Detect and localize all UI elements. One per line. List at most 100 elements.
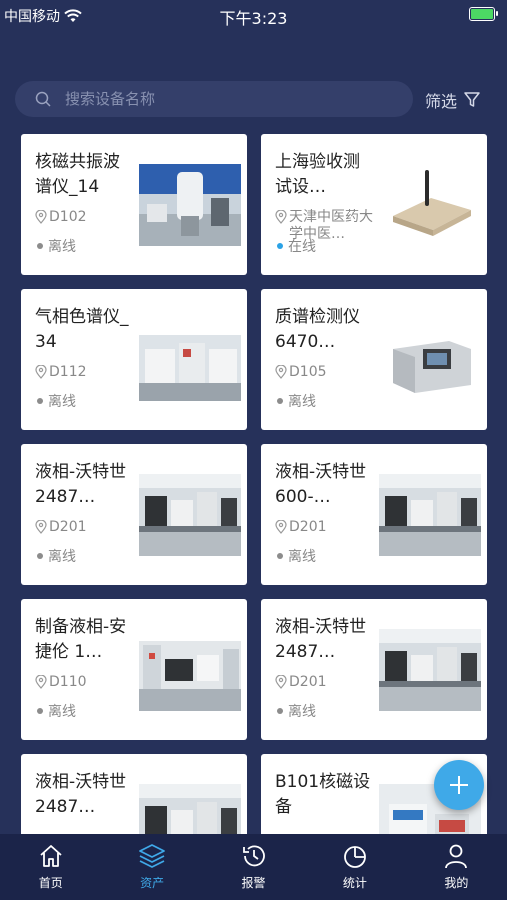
filter-label: 筛选 — [425, 92, 458, 111]
device-status: 离线 — [277, 546, 316, 566]
device-photo — [139, 784, 241, 834]
tab-assets-label: 资产 — [140, 876, 165, 890]
device-photo — [379, 474, 481, 556]
device-location: D105 — [275, 364, 375, 381]
search-icon — [35, 91, 51, 107]
device-status-text: 离线 — [48, 704, 76, 720]
device-location-text: D201 — [49, 519, 87, 535]
status-dot-icon — [277, 243, 283, 249]
search-input[interactable] — [65, 90, 385, 108]
device-name: 液相-沃特世 2487… — [35, 462, 127, 507]
status-dot-icon — [37, 708, 43, 714]
device-status-text: 离线 — [48, 394, 76, 410]
device-location-text: D201 — [289, 674, 327, 690]
device-card[interactable]: 质谱检测仪 6470… D105 离线 — [261, 289, 487, 430]
device-location: D110 — [35, 674, 135, 691]
tab-alarm-label: 报警 — [241, 876, 266, 890]
location-pin-icon — [35, 675, 47, 689]
device-location: D112 — [35, 364, 135, 381]
location-pin-icon — [275, 210, 287, 224]
status-bar: 中国移动 下午3:23 — [0, 0, 507, 30]
user-icon — [445, 844, 468, 869]
pie-chart-icon — [344, 846, 366, 868]
device-status-text: 在线 — [288, 239, 316, 255]
device-status-text: 离线 — [48, 549, 76, 565]
device-status-text: 离线 — [288, 394, 316, 410]
device-card[interactable]: 气相色谱仪_34 D112 离线 — [21, 289, 247, 430]
tab-profile[interactable]: 我的 — [406, 834, 507, 900]
device-location: D201 — [275, 674, 375, 691]
status-dot-icon — [37, 553, 43, 559]
status-dot-icon — [37, 243, 43, 249]
location-pin-icon — [35, 520, 47, 534]
location-pin-icon — [275, 520, 287, 534]
location-pin-icon — [35, 365, 47, 379]
device-grid: 核磁共振波谱仪_14 D102 离线 上海验收测试设… 天津中医药大学中医… 在线 气相色谱… — [21, 134, 487, 834]
device-status: 离线 — [37, 701, 76, 721]
add-device-button[interactable] — [434, 760, 484, 810]
device-status: 离线 — [37, 236, 76, 256]
status-dot-icon — [277, 553, 283, 559]
filter-button[interactable]: 筛选 — [425, 88, 481, 112]
layers-icon — [139, 844, 166, 868]
device-photo — [379, 319, 481, 401]
device-card[interactable]: 液相-沃特世 2487… D201 离线 — [261, 599, 487, 740]
device-name: 质谱检测仪 6470… — [275, 307, 360, 352]
device-status: 离线 — [277, 701, 316, 721]
device-location-text: D102 — [49, 209, 87, 225]
location-pin-icon — [275, 675, 287, 689]
device-card[interactable]: 液相-沃特世 2487… — [21, 754, 247, 834]
device-card[interactable]: 液相-沃特世 600-… D201 离线 — [261, 444, 487, 585]
tab-profile-label: 我的 — [444, 876, 469, 890]
device-name: 气相色谱仪_34 — [35, 307, 129, 352]
device-name: 液相-沃特世 2487… — [35, 772, 127, 817]
device-status-text: 离线 — [48, 239, 76, 255]
home-icon — [40, 845, 62, 867]
device-photo — [379, 164, 481, 246]
device-status: 在线 — [277, 236, 316, 256]
device-location-text: D110 — [49, 674, 87, 690]
status-dot-icon — [277, 708, 283, 714]
device-photo — [139, 164, 241, 246]
device-card[interactable]: 制备液相-安捷伦 1… D110 离线 — [21, 599, 247, 740]
funnel-icon — [464, 92, 480, 107]
device-name: 液相-沃特世 2487… — [275, 617, 367, 662]
device-name: 上海验收测试设… — [275, 152, 360, 197]
tab-stats-label: 统计 — [342, 876, 367, 890]
device-name: B101核磁设备 — [275, 772, 371, 817]
tab-home-label: 首页 — [38, 876, 63, 890]
tab-home[interactable]: 首页 — [0, 834, 101, 900]
device-status: 离线 — [37, 546, 76, 566]
device-card[interactable]: 核磁共振波谱仪_14 D102 离线 — [21, 134, 247, 275]
device-location: D201 — [35, 519, 135, 536]
location-pin-icon — [35, 210, 47, 224]
device-location: D201 — [275, 519, 375, 536]
device-name: 核磁共振波谱仪_14 — [35, 152, 120, 197]
plus-icon — [450, 776, 468, 794]
tab-alarm[interactable]: 报警 — [203, 834, 304, 900]
device-name: 液相-沃特世 600-… — [275, 462, 367, 507]
location-pin-icon — [275, 365, 287, 379]
device-status: 离线 — [37, 391, 76, 411]
device-location: D102 — [35, 209, 135, 226]
device-location-text: D105 — [289, 364, 327, 380]
status-dot-icon — [277, 398, 283, 404]
tab-stats[interactable]: 统计 — [304, 834, 405, 900]
tab-assets[interactable]: 资产 — [101, 834, 202, 900]
device-location-text: D112 — [49, 364, 87, 380]
device-card[interactable]: 上海验收测试设… 天津中医药大学中医… 在线 — [261, 134, 487, 275]
device-name: 制备液相-安捷伦 1… — [35, 617, 127, 662]
device-photo — [139, 474, 241, 556]
search-bar[interactable] — [15, 81, 413, 117]
device-photo — [139, 629, 241, 711]
device-status-text: 离线 — [288, 549, 316, 565]
clock: 下午3:23 — [219, 9, 288, 28]
device-photo — [379, 629, 481, 711]
device-location-text: D201 — [289, 519, 327, 535]
device-status-text: 离线 — [288, 704, 316, 720]
tab-bar: 首页 资产 报警 统计 我的 — [0, 834, 507, 900]
device-photo — [139, 319, 241, 401]
battery-icon — [469, 7, 498, 21]
device-status: 离线 — [277, 391, 316, 411]
device-card[interactable]: 液相-沃特世 2487… D201 离线 — [21, 444, 247, 585]
